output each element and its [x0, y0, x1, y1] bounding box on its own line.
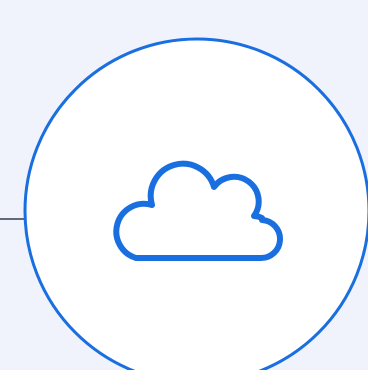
diagram-svg [0, 37, 368, 370]
cloud-node[interactable] [23, 37, 368, 370]
diagram-canvas [0, 0, 368, 370]
